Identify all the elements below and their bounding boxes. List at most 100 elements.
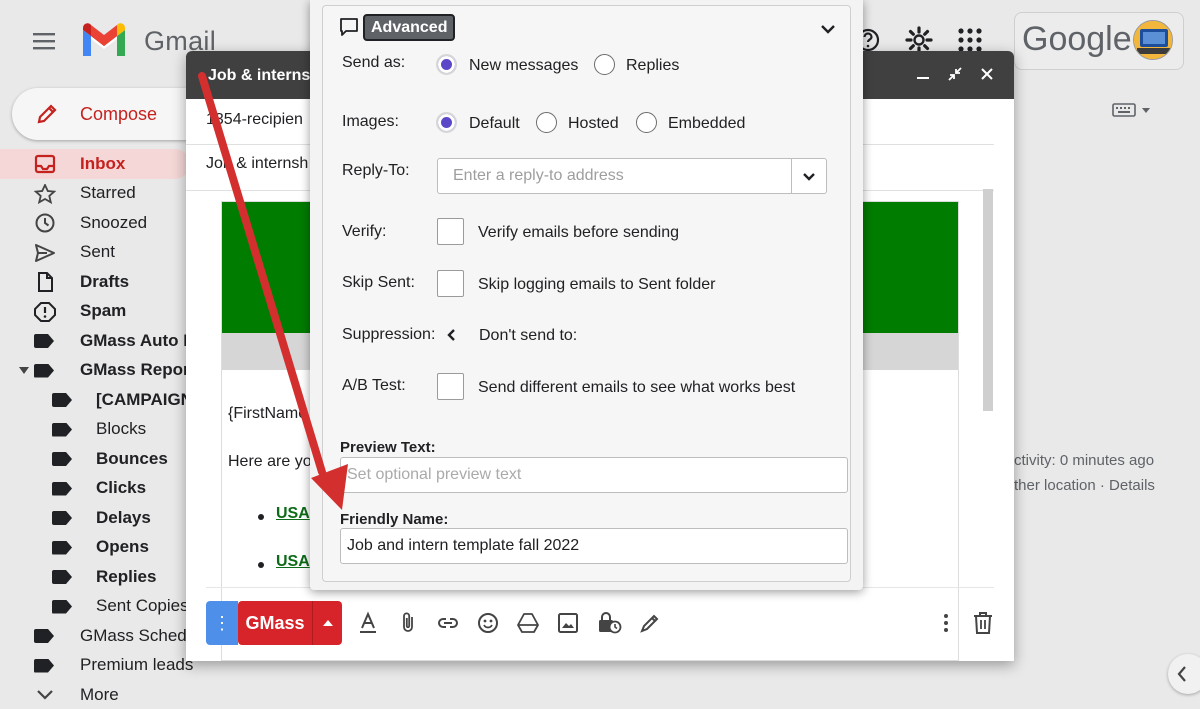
radio-new-messages[interactable] bbox=[436, 54, 457, 75]
sidebar-item-label: Blocks bbox=[96, 419, 147, 439]
apps-grid-icon[interactable] bbox=[957, 27, 983, 53]
radio-images-hosted-label: Hosted bbox=[568, 115, 619, 132]
sidebar-item-campaign[interactable]: [CAMPAIGN bbox=[0, 385, 200, 415]
label-icon bbox=[52, 508, 74, 528]
sidebar-item-blocks[interactable]: Blocks bbox=[0, 415, 200, 445]
more-options-icon[interactable] bbox=[942, 612, 950, 634]
gmass-settings-button[interactable]: ⋮ bbox=[206, 601, 238, 645]
sidebar-item-gmass-auto[interactable]: GMass Auto F bbox=[0, 326, 200, 356]
friendly-name-input[interactable]: Job and intern template fall 2022 bbox=[340, 528, 848, 564]
chevron-down-icon[interactable] bbox=[820, 23, 836, 35]
label-icon bbox=[34, 361, 56, 381]
attach-icon[interactable] bbox=[396, 611, 420, 635]
suppression-label: Suppression: bbox=[342, 326, 436, 343]
sidebar-item-opens[interactable]: Opens bbox=[0, 533, 200, 563]
main-menu-button[interactable] bbox=[32, 30, 58, 52]
chevron-down-icon bbox=[34, 685, 56, 705]
kebab-icon: ⋮ bbox=[213, 612, 231, 633]
compose-button[interactable]: Compose bbox=[12, 88, 212, 140]
chevron-left-icon[interactable] bbox=[446, 328, 456, 342]
reply-to-dropdown-button[interactable] bbox=[791, 158, 827, 194]
label-icon bbox=[52, 567, 74, 587]
radio-replies[interactable] bbox=[594, 54, 615, 75]
sidebar-item-label: GMass Repor bbox=[80, 360, 190, 380]
label-icon bbox=[34, 331, 56, 351]
spam-icon bbox=[34, 301, 56, 322]
account-activity-info: ctivity: 0 minutes ago ther location · D… bbox=[1014, 448, 1155, 498]
sidebar-item-label: Snoozed bbox=[80, 212, 148, 232]
preview-text-input[interactable]: Set optional preview text bbox=[340, 457, 848, 493]
label-icon bbox=[52, 390, 74, 410]
sidebar-item-delays[interactable]: Delays bbox=[0, 503, 200, 533]
label-icon bbox=[52, 449, 74, 469]
compose-title: Job & interns bbox=[208, 67, 311, 84]
sidebar-item-bounces[interactable]: Bounces bbox=[0, 444, 200, 474]
suppression-text: Don't send to: bbox=[479, 327, 578, 344]
sidebar-item-label: Bounces bbox=[96, 448, 168, 468]
sidebar-item-label: GMass Auto F bbox=[80, 330, 194, 350]
compose-format-toolbar bbox=[356, 611, 662, 635]
email-link[interactable]: USA bbox=[276, 553, 310, 571]
verify-checkbox[interactable] bbox=[437, 218, 464, 245]
minimize-icon[interactable] bbox=[916, 67, 930, 81]
skip-sent-label: Skip Sent: bbox=[342, 274, 415, 291]
gmass-send-button[interactable]: GMass bbox=[238, 601, 312, 645]
sidebar-item-premium-leads[interactable]: Premium leads bbox=[0, 651, 200, 681]
radio-images-hosted[interactable] bbox=[536, 112, 557, 133]
sidebar-item-starred[interactable]: Starred bbox=[0, 179, 200, 209]
reply-to-label: Reply-To: bbox=[342, 162, 410, 179]
sidebar-item-replies[interactable]: Replies bbox=[0, 562, 200, 592]
recipients-value: 1354-recipien bbox=[206, 111, 303, 128]
confidential-mode-icon[interactable] bbox=[596, 611, 622, 635]
gear-icon[interactable] bbox=[905, 26, 933, 54]
advanced-section-label[interactable]: Advanced bbox=[363, 14, 456, 41]
text-format-icon[interactable] bbox=[356, 611, 380, 635]
google-wordmark: Google bbox=[1022, 20, 1132, 58]
skip-sent-checkbox[interactable] bbox=[437, 270, 464, 297]
sidebar-item-gmass-reports[interactable]: GMass Repor bbox=[0, 356, 200, 386]
sidebar-item-label: Opens bbox=[96, 537, 149, 557]
exit-fullscreen-icon[interactable] bbox=[948, 67, 962, 81]
reply-to-input[interactable]: Enter a reply-to address bbox=[437, 158, 792, 194]
expand-arrow-icon[interactable] bbox=[19, 366, 29, 375]
close-icon[interactable] bbox=[980, 67, 994, 81]
image-icon[interactable] bbox=[556, 611, 580, 635]
sidebar-item-label: GMass Sched bbox=[80, 625, 187, 645]
trash-icon[interactable] bbox=[972, 611, 994, 635]
signature-pen-icon[interactable] bbox=[638, 611, 662, 635]
sidebar-item-label: Replies bbox=[96, 566, 157, 586]
sidebar-item-sent[interactable]: Sent bbox=[0, 238, 200, 268]
send-icon bbox=[34, 243, 56, 263]
sidebar-item-inbox[interactable]: Inbox bbox=[0, 149, 190, 179]
link-icon[interactable] bbox=[436, 611, 460, 635]
star-icon bbox=[34, 183, 56, 204]
verify-label: Verify: bbox=[342, 223, 387, 240]
body-scrollbar[interactable] bbox=[983, 189, 993, 411]
sidebar-item-clicks[interactable]: Clicks bbox=[0, 474, 200, 504]
subject-value: Job & internsh bbox=[206, 155, 309, 172]
gmail-logo-icon[interactable] bbox=[80, 22, 128, 58]
friendly-name-label: Friendly Name: bbox=[340, 511, 449, 528]
avatar[interactable] bbox=[1133, 20, 1173, 60]
radio-images-embedded[interactable] bbox=[636, 112, 657, 133]
compose-window-controls bbox=[916, 67, 994, 81]
sidebar-item-snoozed[interactable]: Snoozed bbox=[0, 208, 200, 238]
sidebar-item-gmass-scheduled[interactable]: GMass Sched bbox=[0, 621, 200, 651]
activity-last-line: ctivity: 0 minutes ago bbox=[1014, 452, 1155, 469]
input-tools-button[interactable] bbox=[1112, 102, 1152, 118]
side-panel-toggle[interactable] bbox=[1168, 654, 1200, 694]
sidebar-item-sent-copies[interactable]: Sent Copies bbox=[0, 592, 200, 622]
emoji-icon[interactable] bbox=[476, 611, 500, 635]
sidebar-item-spam[interactable]: Spam bbox=[0, 297, 200, 327]
activity-details-line[interactable]: ther location · Details bbox=[1014, 473, 1155, 498]
label-icon bbox=[52, 597, 74, 617]
gmass-dropdown-button[interactable] bbox=[312, 601, 342, 645]
sidebar-item-drafts[interactable]: Drafts bbox=[0, 267, 200, 297]
sidebar-item-label: Sent Copies bbox=[96, 596, 189, 616]
radio-images-default[interactable] bbox=[436, 112, 457, 133]
email-link[interactable]: USA bbox=[276, 505, 310, 523]
radio-images-embedded-label: Embedded bbox=[668, 115, 746, 132]
sidebar-item-more[interactable]: More bbox=[0, 680, 200, 709]
ab-test-checkbox[interactable] bbox=[437, 373, 464, 400]
drive-icon[interactable] bbox=[516, 611, 540, 635]
